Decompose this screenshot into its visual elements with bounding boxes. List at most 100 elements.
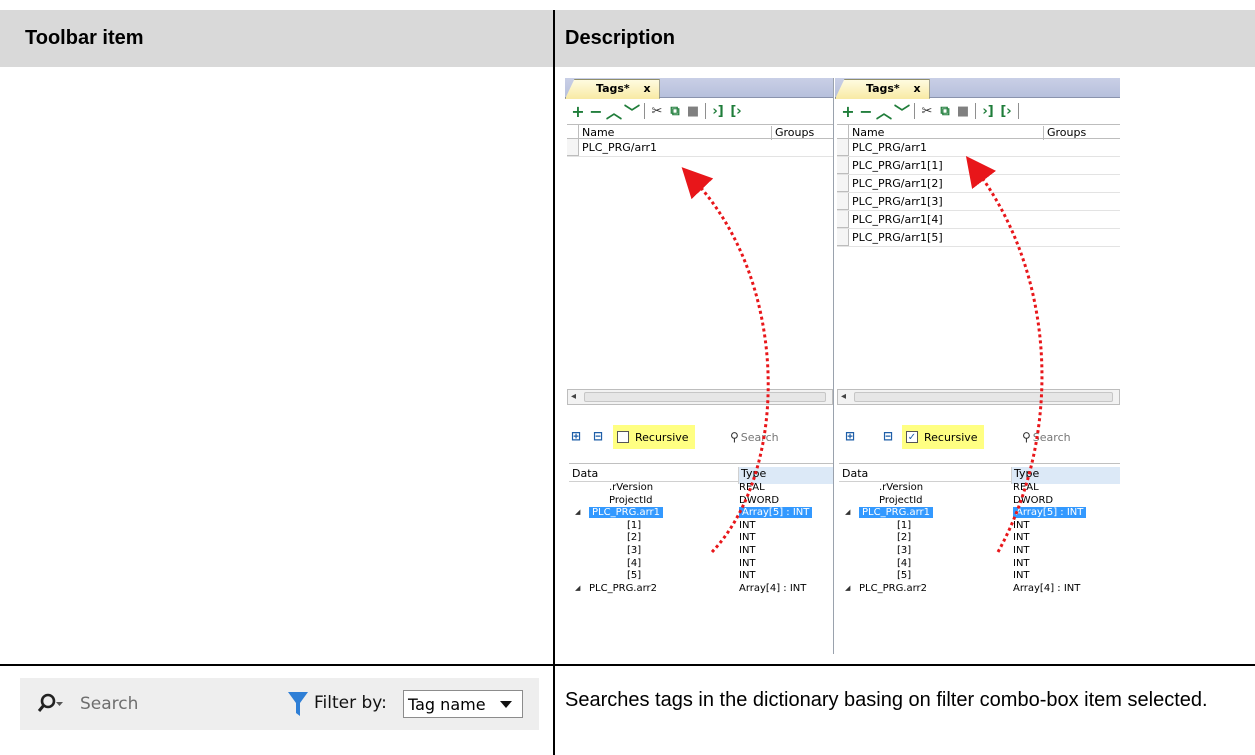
tree-row[interactable]: [1] INT — [839, 520, 1120, 533]
add-icon[interactable]: + — [569, 102, 587, 121]
tree-rows: .rVersion REAL ProjectId DWORD ◢ PLC_PRG.arr1… — [839, 482, 1120, 595]
scroll-thumb[interactable] — [854, 392, 1113, 402]
tab-tags[interactable]: Tags* x — [565, 79, 660, 99]
tag-row[interactable]: PLC_PRG/arr1[1] — [837, 157, 1120, 175]
expand-toggle-icon[interactable]: ◢ — [845, 584, 850, 592]
tag-row[interactable]: PLC_PRG/arr1[4] — [837, 211, 1120, 229]
expand-toggle-icon[interactable]: ◢ — [845, 508, 850, 516]
move-down-icon[interactable]: ﹀ — [893, 102, 911, 122]
tree-row[interactable]: [5] INT — [569, 570, 833, 583]
tree-item-type: INT — [739, 519, 756, 531]
tag-row[interactable]: PLC_PRG/arr1 — [567, 139, 833, 157]
cut-icon[interactable]: ✂ — [648, 102, 666, 120]
row-selector[interactable] — [837, 139, 849, 156]
tag-row[interactable]: PLC_PRG/arr1[2] — [837, 175, 1120, 193]
tree-row[interactable]: [2] INT — [569, 532, 833, 545]
tag-row[interactable]: PLC_PRG/arr1 — [837, 139, 1120, 157]
row-selector[interactable] — [837, 193, 849, 210]
add-icon[interactable]: + — [839, 102, 857, 121]
tree-row[interactable]: [5] INT — [839, 570, 1120, 583]
tree-row[interactable]: [3] INT — [569, 545, 833, 558]
import-icon[interactable]: ›] — [709, 102, 727, 120]
paste-icon[interactable]: ■ — [954, 102, 972, 120]
row-selector[interactable] — [837, 157, 849, 174]
recursive-label: Recursive — [635, 430, 689, 444]
tree-column-data[interactable]: Data — [842, 467, 868, 480]
tree-column-data[interactable]: Data — [572, 467, 598, 480]
tags-grid-header: Name Groups — [567, 124, 833, 140]
close-icon[interactable]: x — [644, 82, 651, 95]
tags-grid-rows: PLC_PRG/arr1 PLC_PRG/arr1[1] PLC_PRG/arr1[… — [837, 139, 1120, 247]
tree-row[interactable]: ◢ PLC_PRG.arr1 Array[5] : INT — [839, 507, 1120, 520]
horizontal-scrollbar[interactable]: ◂ — [837, 389, 1120, 405]
remove-icon[interactable]: − — [587, 102, 605, 121]
search-icon[interactable] — [36, 692, 64, 716]
chevron-down-icon[interactable] — [500, 701, 512, 708]
import-icon[interactable]: ›] — [979, 102, 997, 120]
header-cell-description: Description — [555, 10, 1255, 67]
tree-row[interactable]: [2] INT — [839, 532, 1120, 545]
tab-tags[interactable]: Tags* x — [835, 79, 930, 99]
tree-item-type: Array[4] : INT — [739, 582, 807, 594]
filter-combo-box[interactable]: Tag name — [403, 690, 523, 718]
move-up-icon[interactable]: ︿ — [875, 102, 893, 122]
export-icon[interactable]: [› — [997, 102, 1015, 120]
expand-all-icon[interactable]: ⊞ — [845, 429, 855, 443]
tag-row[interactable]: PLC_PRG/arr1[3] — [837, 193, 1120, 211]
tree-row[interactable]: [3] INT — [839, 545, 1120, 558]
tree-row[interactable]: ProjectId DWORD — [569, 495, 833, 508]
column-name[interactable]: Name — [852, 126, 884, 139]
tree-row[interactable]: ◢ PLC_PRG.arr1 Array[5] : INT — [569, 507, 833, 520]
tree-item-name: [1] — [627, 519, 642, 531]
toolbar-separator — [1018, 103, 1019, 119]
expand-toggle-icon[interactable]: ◢ — [575, 584, 580, 592]
export-icon[interactable]: [› — [727, 102, 745, 120]
scroll-left-icon[interactable]: ◂ — [841, 391, 846, 402]
remove-icon[interactable]: − — [857, 102, 875, 121]
column-groups[interactable]: Groups — [771, 126, 814, 140]
tree-row[interactable]: ◢ PLC_PRG.arr2 Array[4] : INT — [839, 583, 1120, 596]
tree-row[interactable]: [4] INT — [569, 558, 833, 571]
tree-row[interactable]: ◢ PLC_PRG.arr2 Array[4] : INT — [569, 583, 833, 596]
collapse-all-icon[interactable]: ⊟ — [593, 429, 603, 443]
horizontal-scrollbar[interactable]: ◂ — [567, 389, 833, 405]
search-input[interactable]: Search — [80, 694, 138, 714]
column-name[interactable]: Name — [582, 126, 614, 139]
tree-item-type: REAL — [739, 482, 765, 493]
paste-icon[interactable]: ■ — [684, 102, 702, 120]
column-groups[interactable]: Groups — [1043, 126, 1086, 140]
checkbox-checked-icon[interactable]: ✓ — [906, 431, 918, 443]
close-icon[interactable]: x — [914, 82, 921, 95]
row-selector[interactable] — [567, 139, 579, 156]
collapse-all-icon[interactable]: ⊟ — [883, 429, 893, 443]
move-down-icon[interactable]: ﹀ — [623, 102, 641, 122]
tree-row[interactable]: .rVersion REAL — [569, 482, 833, 495]
tree-row[interactable]: ProjectId DWORD — [839, 495, 1120, 508]
expand-toggle-icon[interactable]: ◢ — [575, 508, 580, 516]
copy-icon[interactable]: ⧉ — [666, 102, 684, 120]
copy-icon[interactable]: ⧉ — [936, 102, 954, 120]
tree-item-name: PLC_PRG.arr1 — [859, 507, 934, 519]
expand-all-icon[interactable]: ⊞ — [571, 429, 581, 443]
recursive-checkbox[interactable]: Recursive — [613, 425, 695, 449]
recursive-checkbox[interactable]: ✓ Recursive — [902, 425, 984, 449]
tag-name: PLC_PRG/arr1[2] — [852, 177, 943, 190]
scroll-left-icon[interactable]: ◂ — [571, 391, 576, 402]
row-selector[interactable] — [837, 229, 849, 246]
tree-row[interactable]: .rVersion REAL — [839, 482, 1120, 495]
tree-row[interactable]: [4] INT — [839, 558, 1120, 571]
checkbox-unchecked[interactable] — [617, 431, 629, 443]
row-selector[interactable] — [837, 175, 849, 192]
cut-icon[interactable]: ✂ — [918, 102, 936, 120]
move-up-icon[interactable]: ︿ — [605, 102, 623, 122]
tag-row[interactable]: PLC_PRG/arr1[5] — [837, 229, 1120, 247]
tree-row[interactable]: [1] INT — [569, 520, 833, 533]
tree-item-type: Array[5] : INT — [739, 507, 813, 519]
row-selector[interactable] — [837, 211, 849, 228]
dictionary-search[interactable]: ⚲ Search — [1022, 430, 1071, 444]
row-selector-header — [837, 125, 849, 139]
dictionary-search[interactable]: ⚲ Search — [730, 430, 779, 444]
dictionary-options: ⊞ ⊟ ✓ Recursive ⚲ Search — [835, 423, 1120, 451]
scroll-thumb[interactable] — [584, 392, 826, 402]
tag-name: PLC_PRG/arr1[5] — [852, 231, 943, 244]
